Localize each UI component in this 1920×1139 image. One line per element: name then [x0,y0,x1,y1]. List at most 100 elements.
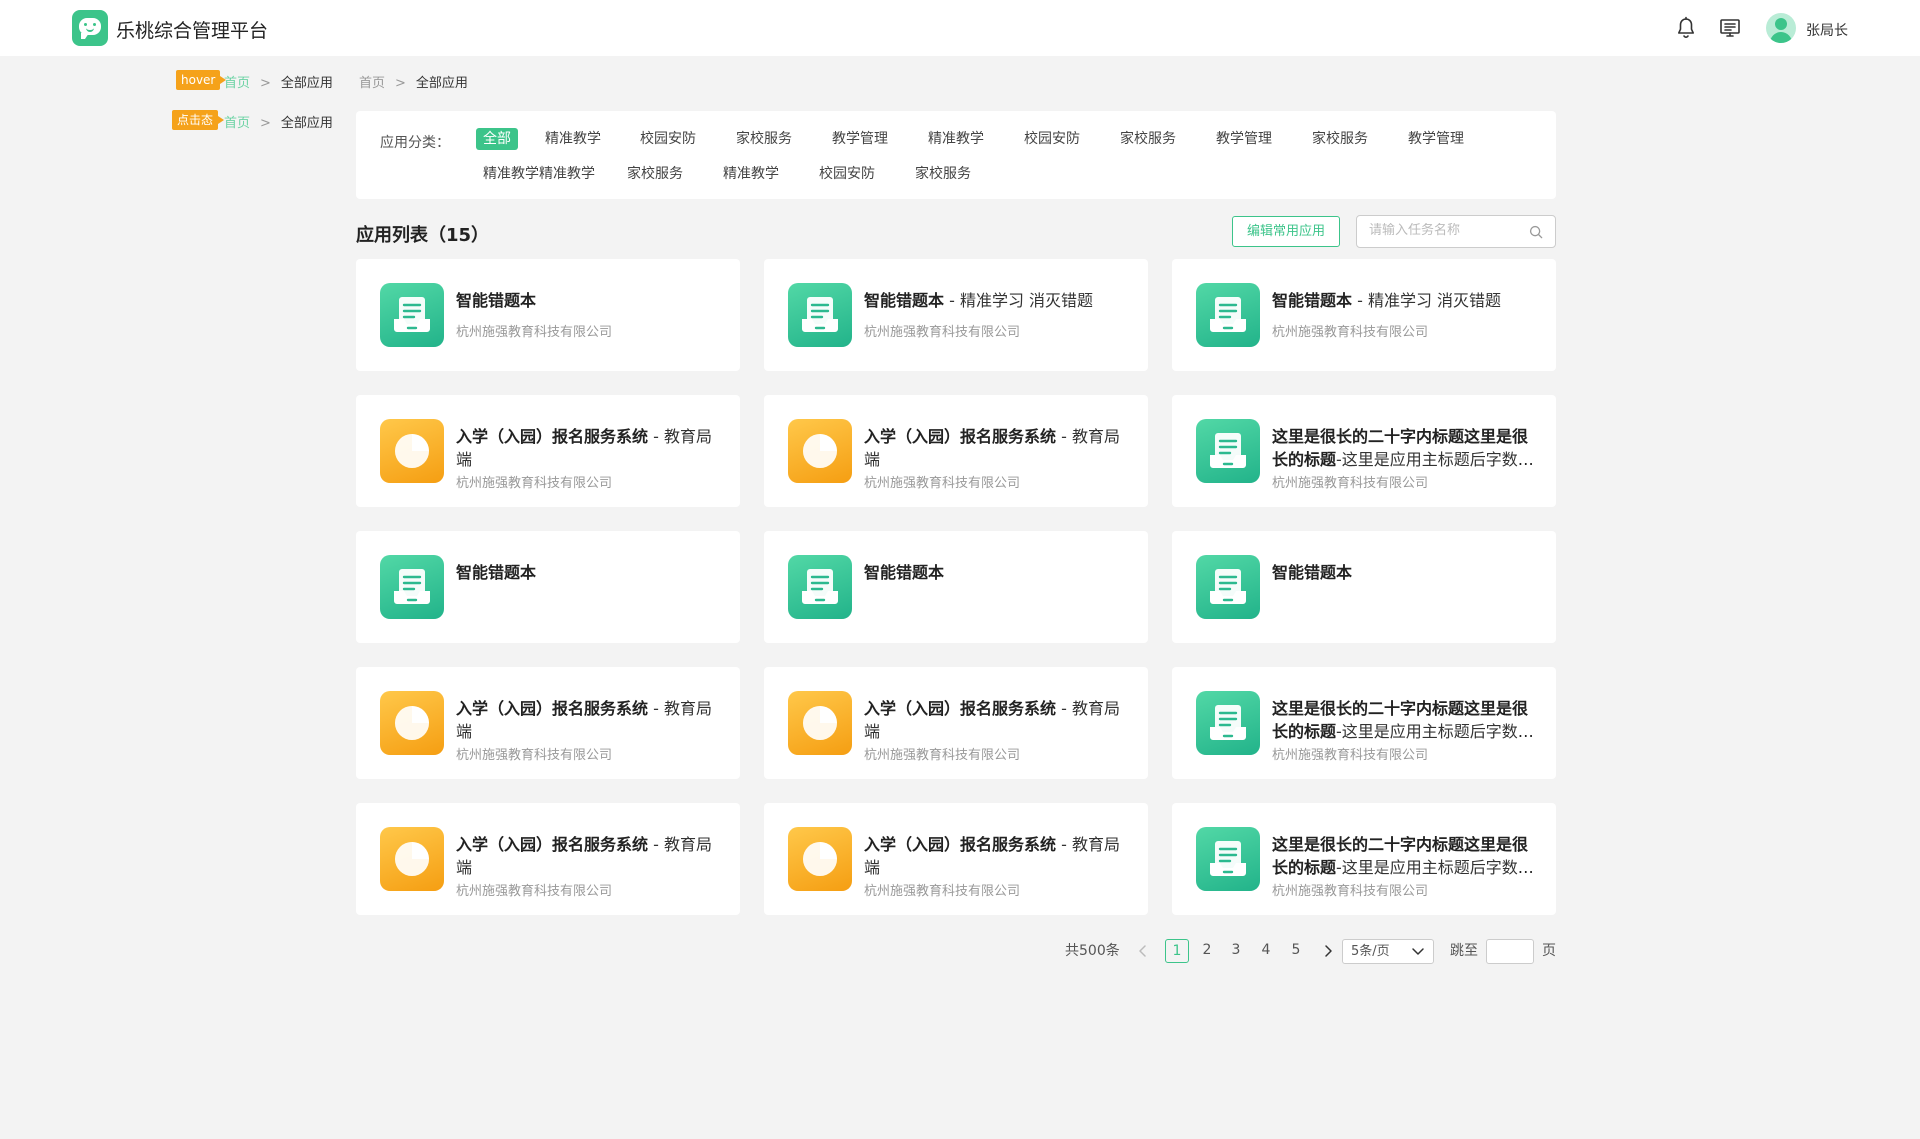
app-card-title: 这里是很长的二十字内标题这里是很长的标题-这里是应用主标题后字数很多的情况 [1272,833,1542,879]
app-card-title: 入学（入园）报名服务系统 - 教育局端 [864,425,1134,471]
category-tab[interactable]: 家校服务 [915,163,971,185]
category-tab[interactable]: 精准教学精准教学 [483,163,595,185]
category-tab[interactable]: 精准教学 [723,163,779,185]
edit-common-apps-button[interactable]: 编辑常用应用 [1232,216,1340,247]
app-company: 杭州施强教育科技有限公司 [456,748,613,763]
app-card[interactable]: 入学（入园）报名服务系统 - 教育局端 杭州施强教育科技有限公司 [356,803,740,915]
category-tab[interactable]: 教学管理 [1216,128,1272,150]
screen-display-icon[interactable] [1718,16,1742,40]
page-jump-input[interactable] [1486,939,1534,964]
app-card-title: 智能错题本 [864,561,1134,584]
category-tab[interactable]: 精准教学 [545,128,601,150]
breadcrumb-home-link[interactable]: 首页 [359,76,385,91]
app-name: 智能错题本 [864,291,945,310]
app-company: 杭州施强教育科技有限公司 [1272,325,1429,340]
app-subtitle: - 精准学习 消灭错题 [944,291,1094,310]
app-card[interactable]: 这里是很长的二十字内标题这里是很长的标题-这里是应用主标题后字数很多的情况杭州施… [1172,803,1556,915]
app-company: 杭州施强教育科技有限公司 [864,325,1021,340]
app-card[interactable]: 智能错题本 [1172,531,1556,643]
breadcrumb-separator: > [395,76,406,91]
app-card[interactable]: 这里是很长的二十字内标题这里是很长的标题-这里是应用主标题后字数很多的情况杭州施… [1172,667,1556,779]
app-name: 入学（入园）报名服务系统 [456,699,649,718]
app-company: 杭州施强教育科技有限公司 [456,325,613,340]
category-tab[interactable]: 教学管理 [1408,128,1464,150]
app-name: 智能错题本 [1272,563,1353,582]
search-input[interactable] [1369,223,1519,238]
app-card[interactable]: 智能错题本 - 精准学习 消灭错题杭州施强教育科技有限公司 [1172,259,1556,371]
user-avatar[interactable] [1766,13,1796,43]
app-card[interactable]: 入学（入园）报名服务系统 - 教育局端 杭州施强教育科技有限公司 [764,803,1148,915]
app-company: 杭州施强教育科技有限公司 [456,884,613,899]
category-tab[interactable]: 教学管理 [832,128,888,150]
app-company: 杭州施强教育科技有限公司 [864,476,1021,491]
search-icon[interactable] [1529,225,1543,239]
breadcrumb-hover-demo: 首页 > 全部应用 [224,72,333,91]
prev-page-icon[interactable] [1135,943,1151,959]
page-size-value: 5条/页 [1351,944,1390,959]
category-tab[interactable]: 校园安防 [640,128,696,150]
app-logo-icon[interactable] [72,10,108,46]
breadcrumb-separator: > [260,116,271,131]
app-card[interactable]: 智能错题本 [764,531,1148,643]
page-button-2[interactable]: 2 [1195,939,1219,963]
app-company: 杭州施强教育科技有限公司 [864,748,1021,763]
category-filter-panel: 应用分类： 全部 精准教学 校园安防 家校服务 教学管理 精准教学 校园安防 家… [356,111,1556,199]
pie-icon [788,419,852,483]
app-card-title: 这里是很长的二十字内标题这里是很长的标题-这里是应用主标题后字数很多的情况 [1272,425,1542,471]
app-card-title: 智能错题本 [456,289,726,312]
tray-icon [380,555,444,619]
category-tab[interactable]: 家校服务 [1312,128,1368,150]
top-header: 乐桃综合管理平台 张局长 [0,0,1920,56]
page-button-1[interactable]: 1 [1165,939,1189,963]
category-label: 应用分类： [380,135,450,151]
breadcrumb-current: 全部应用 [415,76,468,91]
app-card-title: 智能错题本 - 精准学习 消灭错题 [864,289,1134,312]
app-name: 智能错题本 [456,291,537,310]
breadcrumb: 首页 > 全部应用 [359,72,468,91]
app-name: 入学（入园）报名服务系统 [864,427,1057,446]
username-label[interactable]: 张局长 [1806,20,1848,40]
page-button-3[interactable]: 3 [1224,939,1248,963]
breadcrumb-active-demo: 首页 > 全部应用 [224,112,333,131]
category-tab[interactable]: 家校服务 [736,128,792,150]
app-company: 杭州施强教育科技有限公司 [1272,748,1429,763]
next-page-icon[interactable] [1320,943,1336,959]
search-box [1356,215,1556,248]
tray-icon [1196,419,1260,483]
app-card[interactable]: 入学（入园）报名服务系统 - 教育局端杭州施强教育科技有限公司 [356,667,740,779]
category-tab[interactable]: 校园安防 [1024,128,1080,150]
app-card[interactable]: 这里是很长的二十字内标题这里是很长的标题-这里是应用主标题后字数很多的情况杭州施… [1172,395,1556,507]
category-tab[interactable]: 家校服务 [1120,128,1176,150]
tray-icon [1196,283,1260,347]
category-tab[interactable]: 校园安防 [819,163,875,185]
pie-icon [380,827,444,891]
category-tab-all[interactable]: 全部 [476,128,518,150]
app-card[interactable]: 入学（入园）报名服务系统 - 教育局端 杭州施强教育科技有限公司 [356,395,740,507]
app-card[interactable]: 智能错题本 [356,531,740,643]
pie-icon [788,691,852,755]
breadcrumb-home-link[interactable]: 首页 [224,116,250,131]
tray-icon [788,555,852,619]
app-name: 入学（入园）报名服务系统 [456,835,649,854]
app-card-title: 智能错题本 [456,561,726,584]
category-tab[interactable]: 精准教学 [928,128,984,150]
page-size-select[interactable]: 5条/页 [1342,939,1434,964]
pie-icon [380,419,444,483]
app-list-title: 应用列表（15） [356,225,490,246]
app-card-title: 智能错题本 - 精准学习 消灭错题 [1272,289,1542,312]
page-button-4[interactable]: 4 [1254,939,1278,963]
app-card[interactable]: 智能错题本杭州施强教育科技有限公司 [356,259,740,371]
chevron-down-icon [1412,948,1424,955]
app-card[interactable]: 入学（入园）报名服务系统 - 教育局端 杭州施强教育科技有限公司 [764,667,1148,779]
app-card[interactable]: 智能错题本 - 精准学习 消灭错题杭州施强教育科技有限公司 [764,259,1148,371]
app-card-title: 入学（入园）报名服务系统 - 教育局端 [864,833,1134,879]
page-button-5[interactable]: 5 [1284,939,1308,963]
tray-icon [380,283,444,347]
category-tab[interactable]: 家校服务 [627,163,683,185]
page-unit-label: 页 [1542,943,1556,959]
tray-icon [1196,691,1260,755]
notification-bell-icon[interactable] [1674,16,1698,40]
app-card[interactable]: 入学（入园）报名服务系统 - 教育局端杭州施强教育科技有限公司 [764,395,1148,507]
app-card-title: 入学（入园）报名服务系统 - 教育局端 [456,697,726,743]
breadcrumb-home-link[interactable]: 首页 [224,76,250,91]
